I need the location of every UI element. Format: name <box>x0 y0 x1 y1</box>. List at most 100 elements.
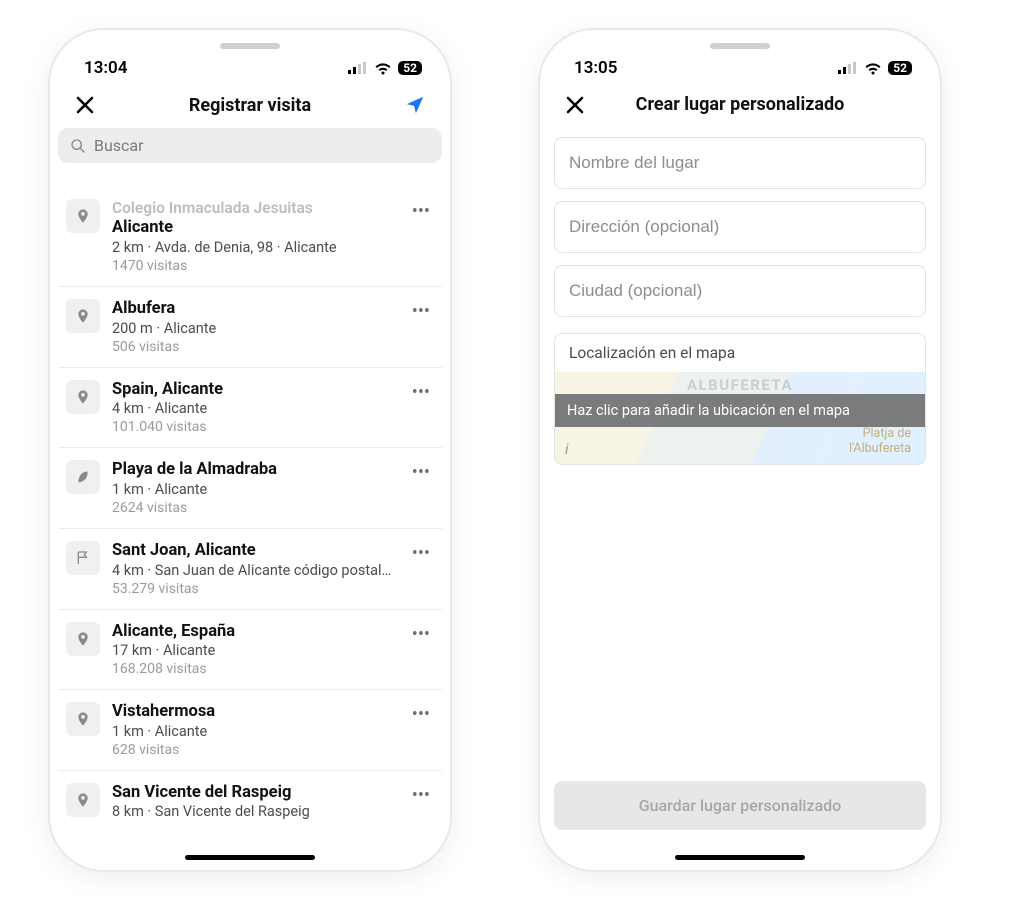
place-info: Spain, Alicante 4 km · Alicante 101.040 … <box>112 380 400 436</box>
pin-icon <box>66 299 100 333</box>
place-name: Playa de la Almadraba <box>112 460 400 481</box>
map-preview[interactable]: ALBUFERETA Haz clic para añadir la ubica… <box>555 372 925 464</box>
save-place-button[interactable]: Guardar lugar personalizado <box>554 781 926 830</box>
place-info: Sant Joan, Alicante 4 km · San Juan de A… <box>112 541 400 597</box>
place-subtitle: 1 km · Alicante <box>112 723 400 740</box>
place-name: Sant Joan, Alicante <box>112 541 400 562</box>
more-button[interactable]: ••• <box>412 380 434 403</box>
leaf-icon <box>66 460 100 494</box>
status-bar: 13:04 52 <box>50 30 450 84</box>
place-row[interactable]: Alicante, España 17 km · Alicante 168.20… <box>58 610 442 691</box>
more-button[interactable]: ••• <box>412 783 434 806</box>
place-name-input[interactable] <box>554 137 926 189</box>
search-input[interactable]: Buscar <box>58 128 442 163</box>
place-subtitle: 200 m · Alicante <box>112 320 400 337</box>
home-indicator <box>185 855 315 860</box>
status-bar: 13:05 52 <box>540 30 940 84</box>
nav-bar: Registrar visita <box>50 84 450 128</box>
phone-right: 13:05 52 Crear lugar personalizado Local… <box>540 30 940 870</box>
search-placeholder: Buscar <box>94 136 144 155</box>
pin-icon <box>66 702 100 736</box>
close-icon <box>565 95 585 115</box>
place-subtitle: 8 km · San Vicente del Raspeig <box>112 803 400 820</box>
battery-badge: 52 <box>888 61 912 75</box>
map-area-name: ALBUFERETA <box>555 376 925 394</box>
map-label: Localización en el mapa <box>555 334 925 372</box>
place-subtitle: 1 km · Alicante <box>112 481 400 498</box>
status-time: 13:05 <box>574 58 617 78</box>
cell-icon <box>348 62 368 74</box>
wifi-icon <box>864 62 882 75</box>
place-subtitle: 4 km · San Juan de Alicante código posta… <box>112 562 400 579</box>
place-visits: 506 visitas <box>112 339 400 355</box>
flag-icon <box>66 541 100 575</box>
place-visits: 628 visitas <box>112 742 400 758</box>
place-name-truncated: Colegio Inmaculada Jesuitas <box>112 199 400 218</box>
pin-icon <box>66 380 100 414</box>
place-name: Vistahermosa <box>112 702 400 723</box>
more-button[interactable]: ••• <box>412 199 434 222</box>
location-arrow-icon <box>404 94 426 116</box>
place-info: Albufera 200 m · Alicante 506 visitas <box>112 299 400 355</box>
close-button[interactable] <box>70 95 100 115</box>
pin-icon <box>66 783 100 817</box>
place-subtitle: 4 km · Alicante <box>112 400 400 417</box>
nav-bar: Crear lugar personalizado <box>540 84 940 127</box>
location-button[interactable] <box>400 94 430 116</box>
place-name: Alicante <box>112 218 400 239</box>
place-info: Alicante, España 17 km · Alicante 168.20… <box>112 622 400 678</box>
notch <box>220 43 280 49</box>
place-subtitle: 17 km · Alicante <box>112 642 400 659</box>
place-subtitle: 2 km · Avda. de Denia, 98 · Alicante <box>112 239 400 256</box>
search-icon <box>70 138 86 154</box>
map-info-icon: i <box>565 440 569 458</box>
more-button[interactable]: ••• <box>412 702 434 725</box>
place-name: San Vicente del Raspeig <box>112 783 400 804</box>
place-visits: 2624 visitas <box>112 500 400 516</box>
place-row[interactable]: Vistahermosa 1 km · Alicante 628 visitas… <box>58 690 442 771</box>
place-row[interactable]: Albufera 200 m · Alicante 506 visitas ••… <box>58 287 442 368</box>
more-button[interactable]: ••• <box>412 541 434 564</box>
place-visits: 163.221 visitas <box>112 822 400 824</box>
more-button[interactable]: ••• <box>412 622 434 645</box>
pin-icon <box>66 622 100 656</box>
place-name: Albufera <box>112 299 400 320</box>
nav-title: Registrar visita <box>100 95 400 116</box>
place-visits: 101.040 visitas <box>112 419 400 435</box>
status-time: 13:04 <box>84 58 127 78</box>
places-list[interactable]: Colegio Inmaculada Jesuitas Alicante 2 k… <box>58 195 442 824</box>
close-button[interactable] <box>560 95 590 115</box>
place-visits: 1470 visitas <box>112 258 400 274</box>
place-visits: 53.279 visitas <box>112 581 400 597</box>
place-name: Spain, Alicante <box>112 380 400 401</box>
status-icons: 52 <box>838 61 912 75</box>
pin-icon <box>66 199 100 233</box>
map-sublabel: Platja de l'Albufereta <box>849 426 911 456</box>
place-info: Playa de la Almadraba 1 km · Alicante 26… <box>112 460 400 516</box>
close-icon <box>75 95 95 115</box>
place-row[interactable]: Sant Joan, Alicante 4 km · San Juan de A… <box>58 529 442 610</box>
place-row[interactable]: Playa de la Almadraba 1 km · Alicante 26… <box>58 448 442 529</box>
more-button[interactable]: ••• <box>412 299 434 322</box>
place-visits: 168.208 visitas <box>112 661 400 677</box>
place-info: Vistahermosa 1 km · Alicante 628 visitas <box>112 702 400 758</box>
place-info: Colegio Inmaculada Jesuitas Alicante 2 k… <box>112 199 400 274</box>
phone-left: 13:04 52 Registrar visita Buscar Colegio… <box>50 30 450 870</box>
notch <box>710 43 770 49</box>
map-section: Localización en el mapa ALBUFERETA Haz c… <box>554 333 926 465</box>
home-indicator <box>675 855 805 860</box>
place-name: Alicante, España <box>112 622 400 643</box>
status-icons: 52 <box>348 61 422 75</box>
create-place-form: Localización en el mapa ALBUFERETA Haz c… <box>540 127 940 465</box>
more-button[interactable]: ••• <box>412 460 434 483</box>
place-row[interactable]: Colegio Inmaculada Jesuitas Alicante 2 k… <box>58 195 442 287</box>
place-row[interactable]: San Vicente del Raspeig 8 km · San Vicen… <box>58 771 442 824</box>
place-address-input[interactable] <box>554 201 926 253</box>
place-row[interactable]: Spain, Alicante 4 km · Alicante 101.040 … <box>58 368 442 449</box>
cell-icon <box>838 62 858 74</box>
battery-badge: 52 <box>398 61 422 75</box>
place-city-input[interactable] <box>554 265 926 317</box>
wifi-icon <box>374 62 392 75</box>
nav-title: Crear lugar personalizado <box>590 94 890 115</box>
map-overlay-hint: Haz clic para añadir la ubicación en el … <box>555 394 925 427</box>
